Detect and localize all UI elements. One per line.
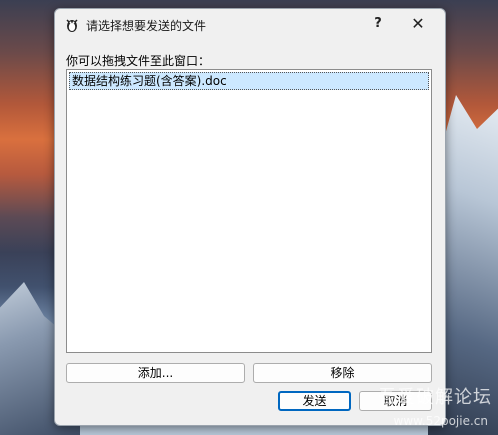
drag-drop-prompt: 你可以拖拽文件至此窗口： [66, 54, 211, 68]
dialog-title: 请选择想要发送的文件 [86, 19, 207, 33]
file-list-item[interactable]: 数据结构练习题(含答案).doc [69, 72, 429, 90]
send-button[interactable]: 发送 [278, 391, 351, 411]
help-button[interactable]: ? [367, 13, 389, 35]
file-list[interactable]: 数据结构练习题(含答案).doc [66, 69, 432, 353]
watermark-url: www.52pojie.cn [393, 414, 488, 428]
add-button[interactable]: 添加... [66, 363, 245, 383]
file-send-dialog: 请选择想要发送的文件 ? ✕ 你可以拖拽文件至此窗口： 数据结构练习题(含答案)… [54, 8, 446, 426]
title-bar[interactable]: 请选择想要发送的文件 ? ✕ [55, 9, 445, 41]
remove-button[interactable]: 移除 [253, 363, 432, 383]
app-penguin-icon [64, 17, 80, 33]
watermark-brand: 吾爱破解论坛 [378, 387, 492, 408]
close-button[interactable]: ✕ [405, 13, 431, 35]
